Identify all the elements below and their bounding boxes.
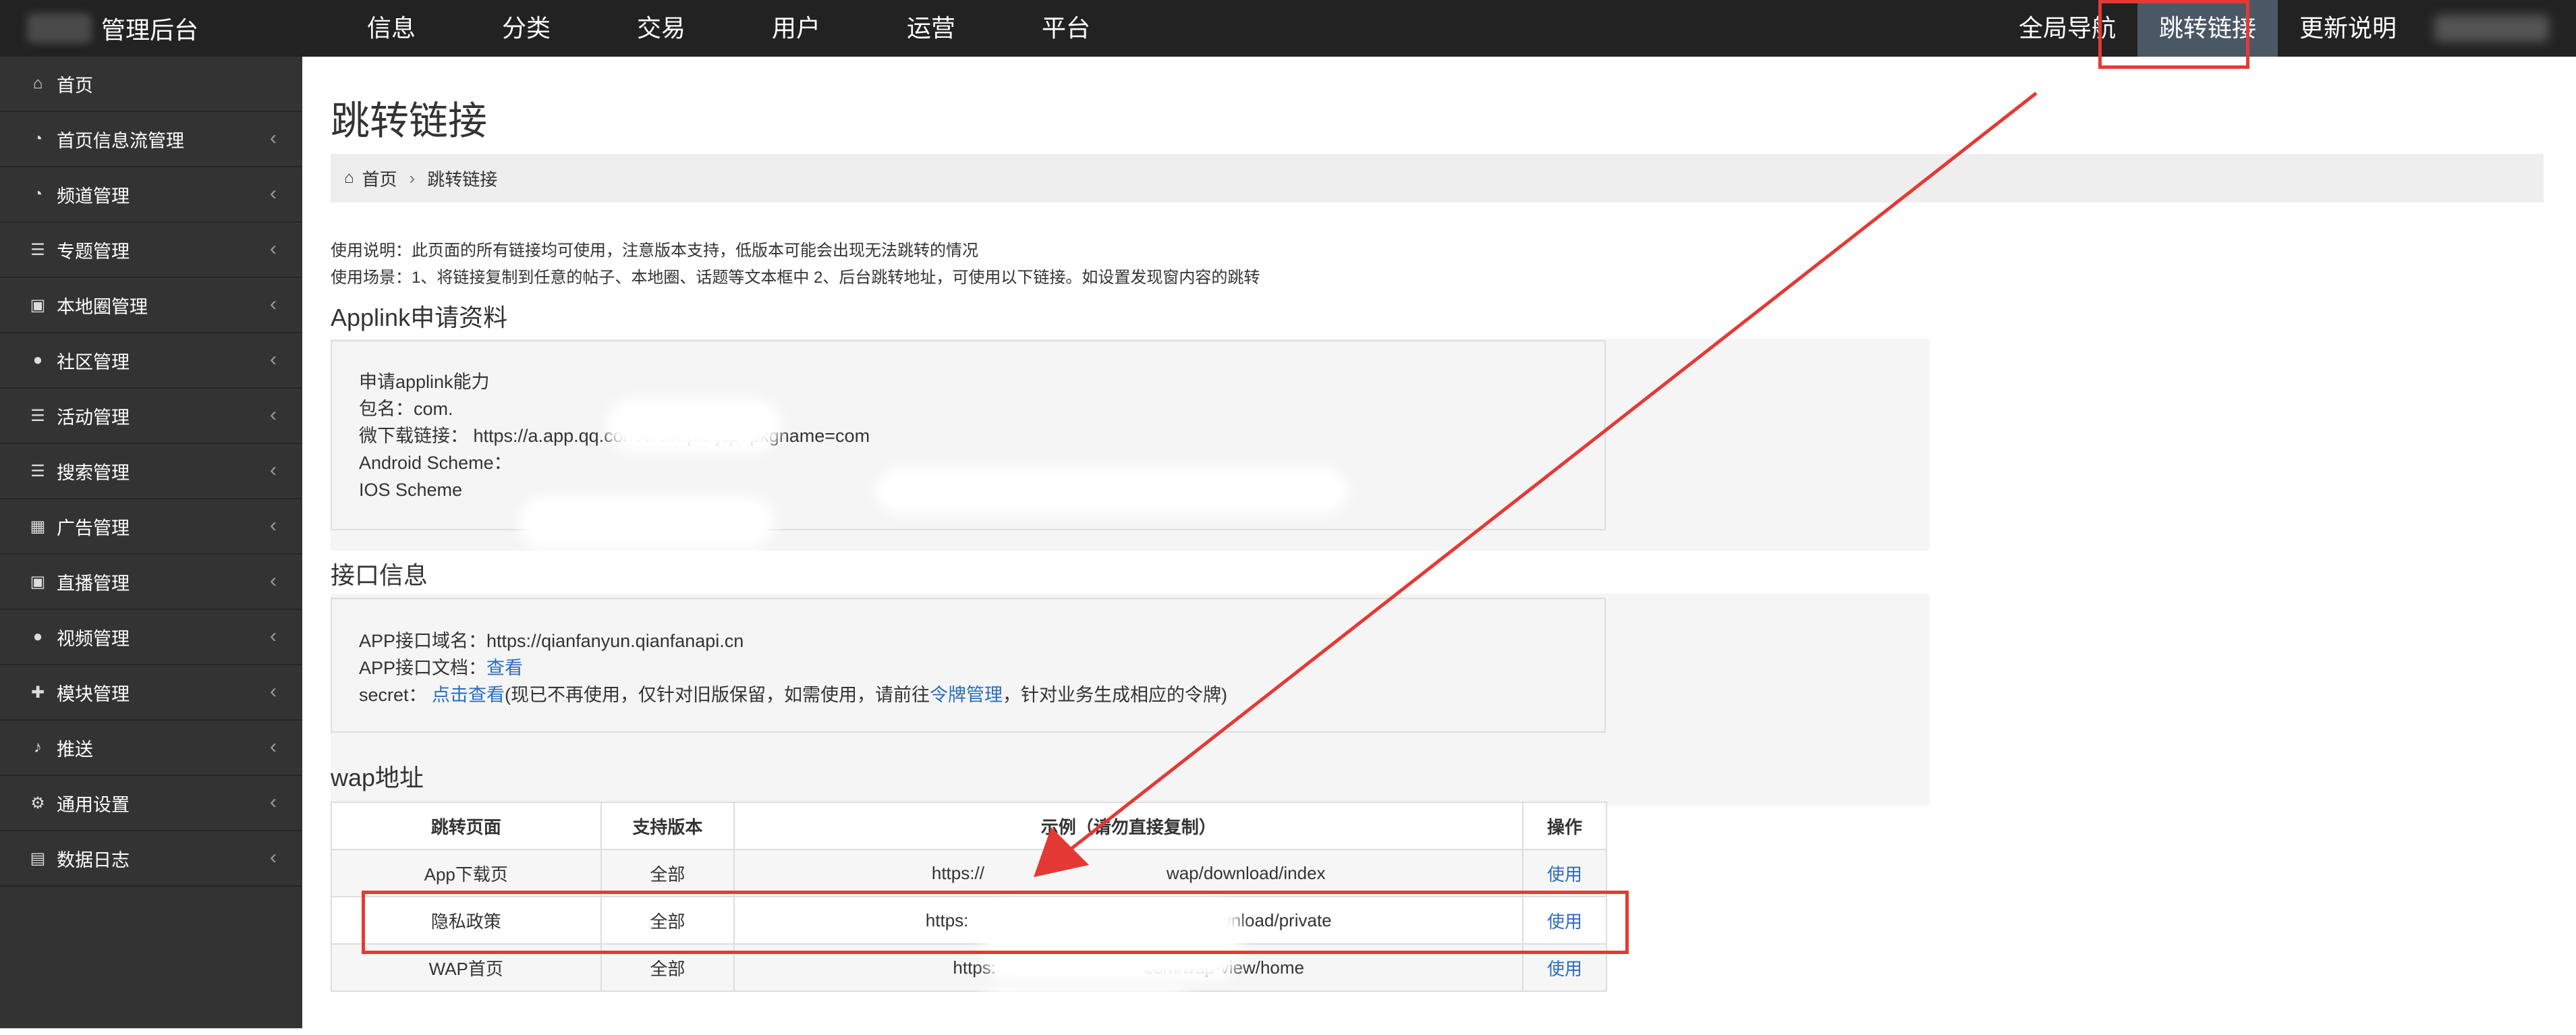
annotation-arrow bbox=[1034, 92, 2038, 877]
